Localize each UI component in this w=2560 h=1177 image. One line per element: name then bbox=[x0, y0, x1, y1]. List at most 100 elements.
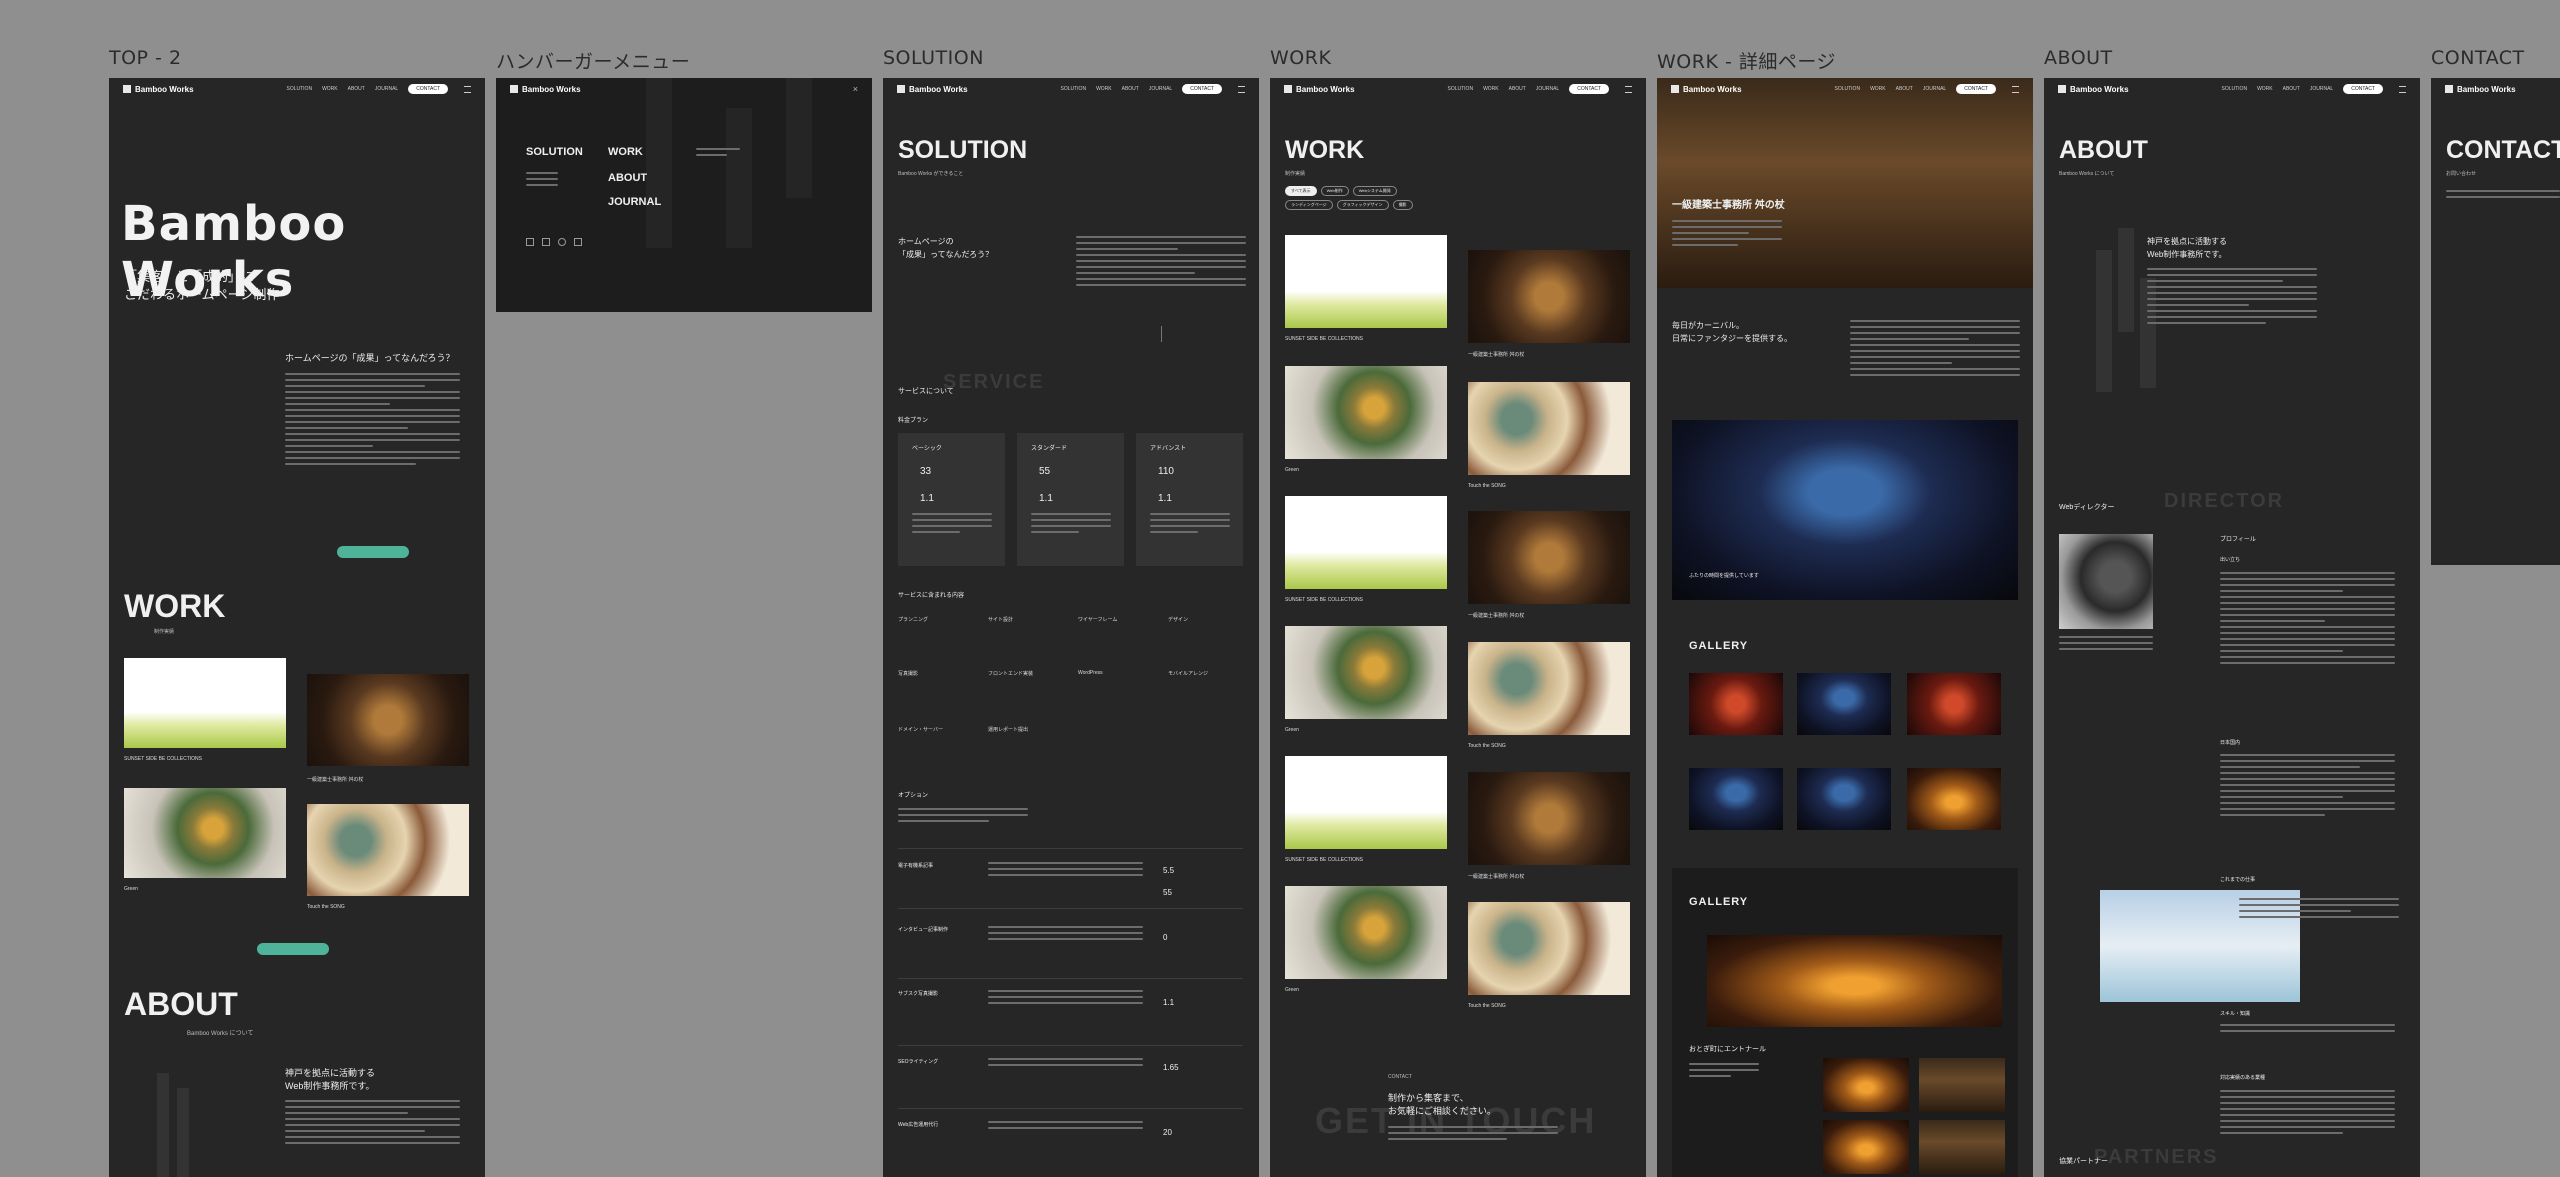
work-item-image[interactable] bbox=[1468, 382, 1630, 475]
gallery2-main-image[interactable] bbox=[1707, 935, 2002, 1027]
site-logo[interactable]: Bamboo Works bbox=[2058, 85, 2129, 94]
hamburger-icon[interactable] bbox=[1625, 85, 1632, 93]
work-item-image[interactable] bbox=[1285, 496, 1447, 589]
site-logo[interactable]: Bamboo Works bbox=[510, 85, 581, 94]
nav-contact-button[interactable]: CONTACT bbox=[1569, 84, 1609, 94]
work-more-button[interactable] bbox=[257, 943, 329, 955]
frame-hamburger[interactable]: Bamboo Works × SOLUTION WORK ABOUT JOURN… bbox=[496, 78, 872, 312]
work-item-caption[interactable]: 一級建築士事務所 舛の杖 bbox=[1468, 873, 1524, 880]
filter-tag[interactable]: すべて表示 bbox=[1285, 186, 1317, 196]
menu-about[interactable]: ABOUT bbox=[608, 172, 647, 184]
frame-top[interactable]: Bamboo Works SOLUTION WORK ABOUT JOURNAL… bbox=[109, 78, 485, 1177]
work-item-caption[interactable]: Green bbox=[1285, 467, 1299, 473]
nav-journal[interactable]: JOURNAL bbox=[2310, 86, 2333, 92]
work-item-image[interactable] bbox=[1468, 902, 1630, 995]
nav-about[interactable]: ABOUT bbox=[1122, 86, 1139, 92]
hamburger-icon[interactable] bbox=[464, 85, 471, 93]
gallery2-thumb[interactable] bbox=[1823, 1058, 1909, 1112]
nav-work[interactable]: WORK bbox=[2257, 86, 2273, 92]
gallery2-thumb[interactable] bbox=[1919, 1058, 2005, 1112]
nav-contact-button[interactable]: CONTACT bbox=[1182, 84, 1222, 94]
site-logo[interactable]: Bamboo Works bbox=[1284, 85, 1355, 94]
frame-contact[interactable]: Bamboo Works CONTACT お問い合わせ bbox=[2431, 78, 2560, 565]
mail-icon[interactable] bbox=[574, 238, 582, 246]
work-item-image[interactable] bbox=[1285, 626, 1447, 719]
nav-about[interactable]: ABOUT bbox=[348, 86, 365, 92]
work-item-caption[interactable]: 一級建築士事務所 舛の杖 bbox=[1468, 351, 1524, 358]
work-card-4-caption[interactable]: Touch the SONG bbox=[307, 904, 345, 910]
frame-work-detail[interactable]: Bamboo Works SOLUTION WORK ABOUT JOURNAL… bbox=[1657, 78, 2033, 1177]
plan-card-standard[interactable]: スタンダード 55 1.1 bbox=[1017, 433, 1124, 566]
nav-work[interactable]: WORK bbox=[1483, 86, 1499, 92]
menu-work[interactable]: WORK bbox=[608, 146, 643, 158]
nav-journal[interactable]: JOURNAL bbox=[1923, 86, 1946, 92]
work-card-4-image[interactable] bbox=[307, 804, 469, 896]
work-item-caption[interactable]: SUNSET SIDE BE COLLECTIONS bbox=[1285, 336, 1363, 342]
nav-contact-button[interactable]: CONTACT bbox=[408, 84, 448, 94]
site-logo[interactable]: Bamboo Works bbox=[2445, 85, 2516, 94]
filter-tag[interactable]: Web制作 bbox=[1320, 186, 1349, 196]
work-card-2-image[interactable] bbox=[307, 674, 469, 766]
gallery-image[interactable] bbox=[1797, 673, 1891, 735]
work-item-image[interactable] bbox=[1285, 886, 1447, 979]
work-card-1-caption[interactable]: SUNSET SIDE BE COLLECTIONS bbox=[124, 756, 202, 762]
menu-journal[interactable]: JOURNAL bbox=[608, 196, 661, 208]
filter-tag[interactable]: 撮影 bbox=[1392, 200, 1413, 210]
site-logo[interactable]: Bamboo Works bbox=[1671, 85, 1742, 94]
gallery-image[interactable] bbox=[1797, 768, 1891, 830]
frame-solution[interactable]: Bamboo Works SOLUTION WORK ABOUT JOURNAL… bbox=[883, 78, 1259, 1177]
gallery-image[interactable] bbox=[1907, 673, 2001, 735]
work-card-1-image[interactable] bbox=[124, 658, 286, 748]
menu-solution[interactable]: SOLUTION bbox=[526, 146, 583, 158]
site-logo[interactable]: Bamboo Works bbox=[897, 85, 968, 94]
gallery2-thumb[interactable] bbox=[1919, 1120, 2005, 1174]
filter-tag[interactable]: グラフィックデザイン bbox=[1336, 200, 1389, 210]
hamburger-icon[interactable] bbox=[2012, 85, 2019, 93]
nav-journal[interactable]: JOURNAL bbox=[1149, 86, 1172, 92]
gallery-image[interactable] bbox=[1689, 673, 1783, 735]
nav-about[interactable]: ABOUT bbox=[1509, 86, 1526, 92]
hamburger-icon[interactable] bbox=[1238, 85, 1245, 93]
work-item-caption[interactable]: SUNSET SIDE BE COLLECTIONS bbox=[1285, 597, 1363, 603]
plan-card-basic[interactable]: ベーシック 33 1.1 bbox=[898, 433, 1005, 566]
work-item-image[interactable] bbox=[1468, 772, 1630, 865]
more-button[interactable] bbox=[337, 546, 409, 558]
work-item-image[interactable] bbox=[1285, 366, 1447, 459]
work-item-caption[interactable]: Touch the SONG bbox=[1468, 483, 1506, 489]
filter-tag[interactable]: Webシステム開発 bbox=[1352, 186, 1397, 196]
nav-solution[interactable]: SOLUTION bbox=[287, 86, 313, 92]
gallery-image[interactable] bbox=[1689, 768, 1783, 830]
work-card-3-image[interactable] bbox=[124, 788, 286, 878]
frame-about[interactable]: Bamboo Works SOLUTION WORK ABOUT JOURNAL… bbox=[2044, 78, 2420, 1177]
work-item-image[interactable] bbox=[1468, 642, 1630, 735]
site-logo[interactable]: Bamboo Works bbox=[123, 85, 194, 94]
frame-work[interactable]: Bamboo Works SOLUTION WORK ABOUT JOURNAL… bbox=[1270, 78, 1646, 1177]
work-item-caption[interactable]: Touch the SONG bbox=[1468, 1003, 1506, 1009]
close-icon[interactable]: × bbox=[853, 84, 858, 94]
work-item-image[interactable] bbox=[1285, 235, 1447, 328]
nav-solution[interactable]: SOLUTION bbox=[2222, 86, 2248, 92]
work-item-image[interactable] bbox=[1468, 250, 1630, 343]
work-card-2-caption[interactable]: 一級建築士事務所 舛の杖 bbox=[307, 776, 363, 783]
nav-journal[interactable]: JOURNAL bbox=[375, 86, 398, 92]
nav-about[interactable]: ABOUT bbox=[2283, 86, 2300, 92]
nav-work[interactable]: WORK bbox=[1870, 86, 1886, 92]
gallery-image[interactable] bbox=[1907, 768, 2001, 830]
work-item-caption[interactable]: Touch the SONG bbox=[1468, 743, 1506, 749]
instagram-icon[interactable] bbox=[526, 238, 534, 246]
work-item-caption[interactable]: SUNSET SIDE BE COLLECTIONS bbox=[1285, 857, 1363, 863]
x-icon[interactable] bbox=[542, 238, 550, 246]
work-item-caption[interactable]: 一級建築士事務所 舛の杖 bbox=[1468, 612, 1524, 619]
work-item-caption[interactable]: Green bbox=[1285, 727, 1299, 733]
work-item-image[interactable] bbox=[1285, 756, 1447, 849]
plan-card-advanced[interactable]: アドバンスト 110 1.1 bbox=[1136, 433, 1243, 566]
work-item-caption[interactable]: Green bbox=[1285, 987, 1299, 993]
nav-work[interactable]: WORK bbox=[322, 86, 338, 92]
filter-tag[interactable]: ランディングページ bbox=[1285, 200, 1333, 210]
facebook-icon[interactable] bbox=[558, 238, 566, 246]
work-item-image[interactable] bbox=[1468, 511, 1630, 604]
nav-work[interactable]: WORK bbox=[1096, 86, 1112, 92]
nav-about[interactable]: ABOUT bbox=[1896, 86, 1913, 92]
work-card-3-caption[interactable]: Green bbox=[124, 886, 138, 892]
nav-solution[interactable]: SOLUTION bbox=[1061, 86, 1087, 92]
